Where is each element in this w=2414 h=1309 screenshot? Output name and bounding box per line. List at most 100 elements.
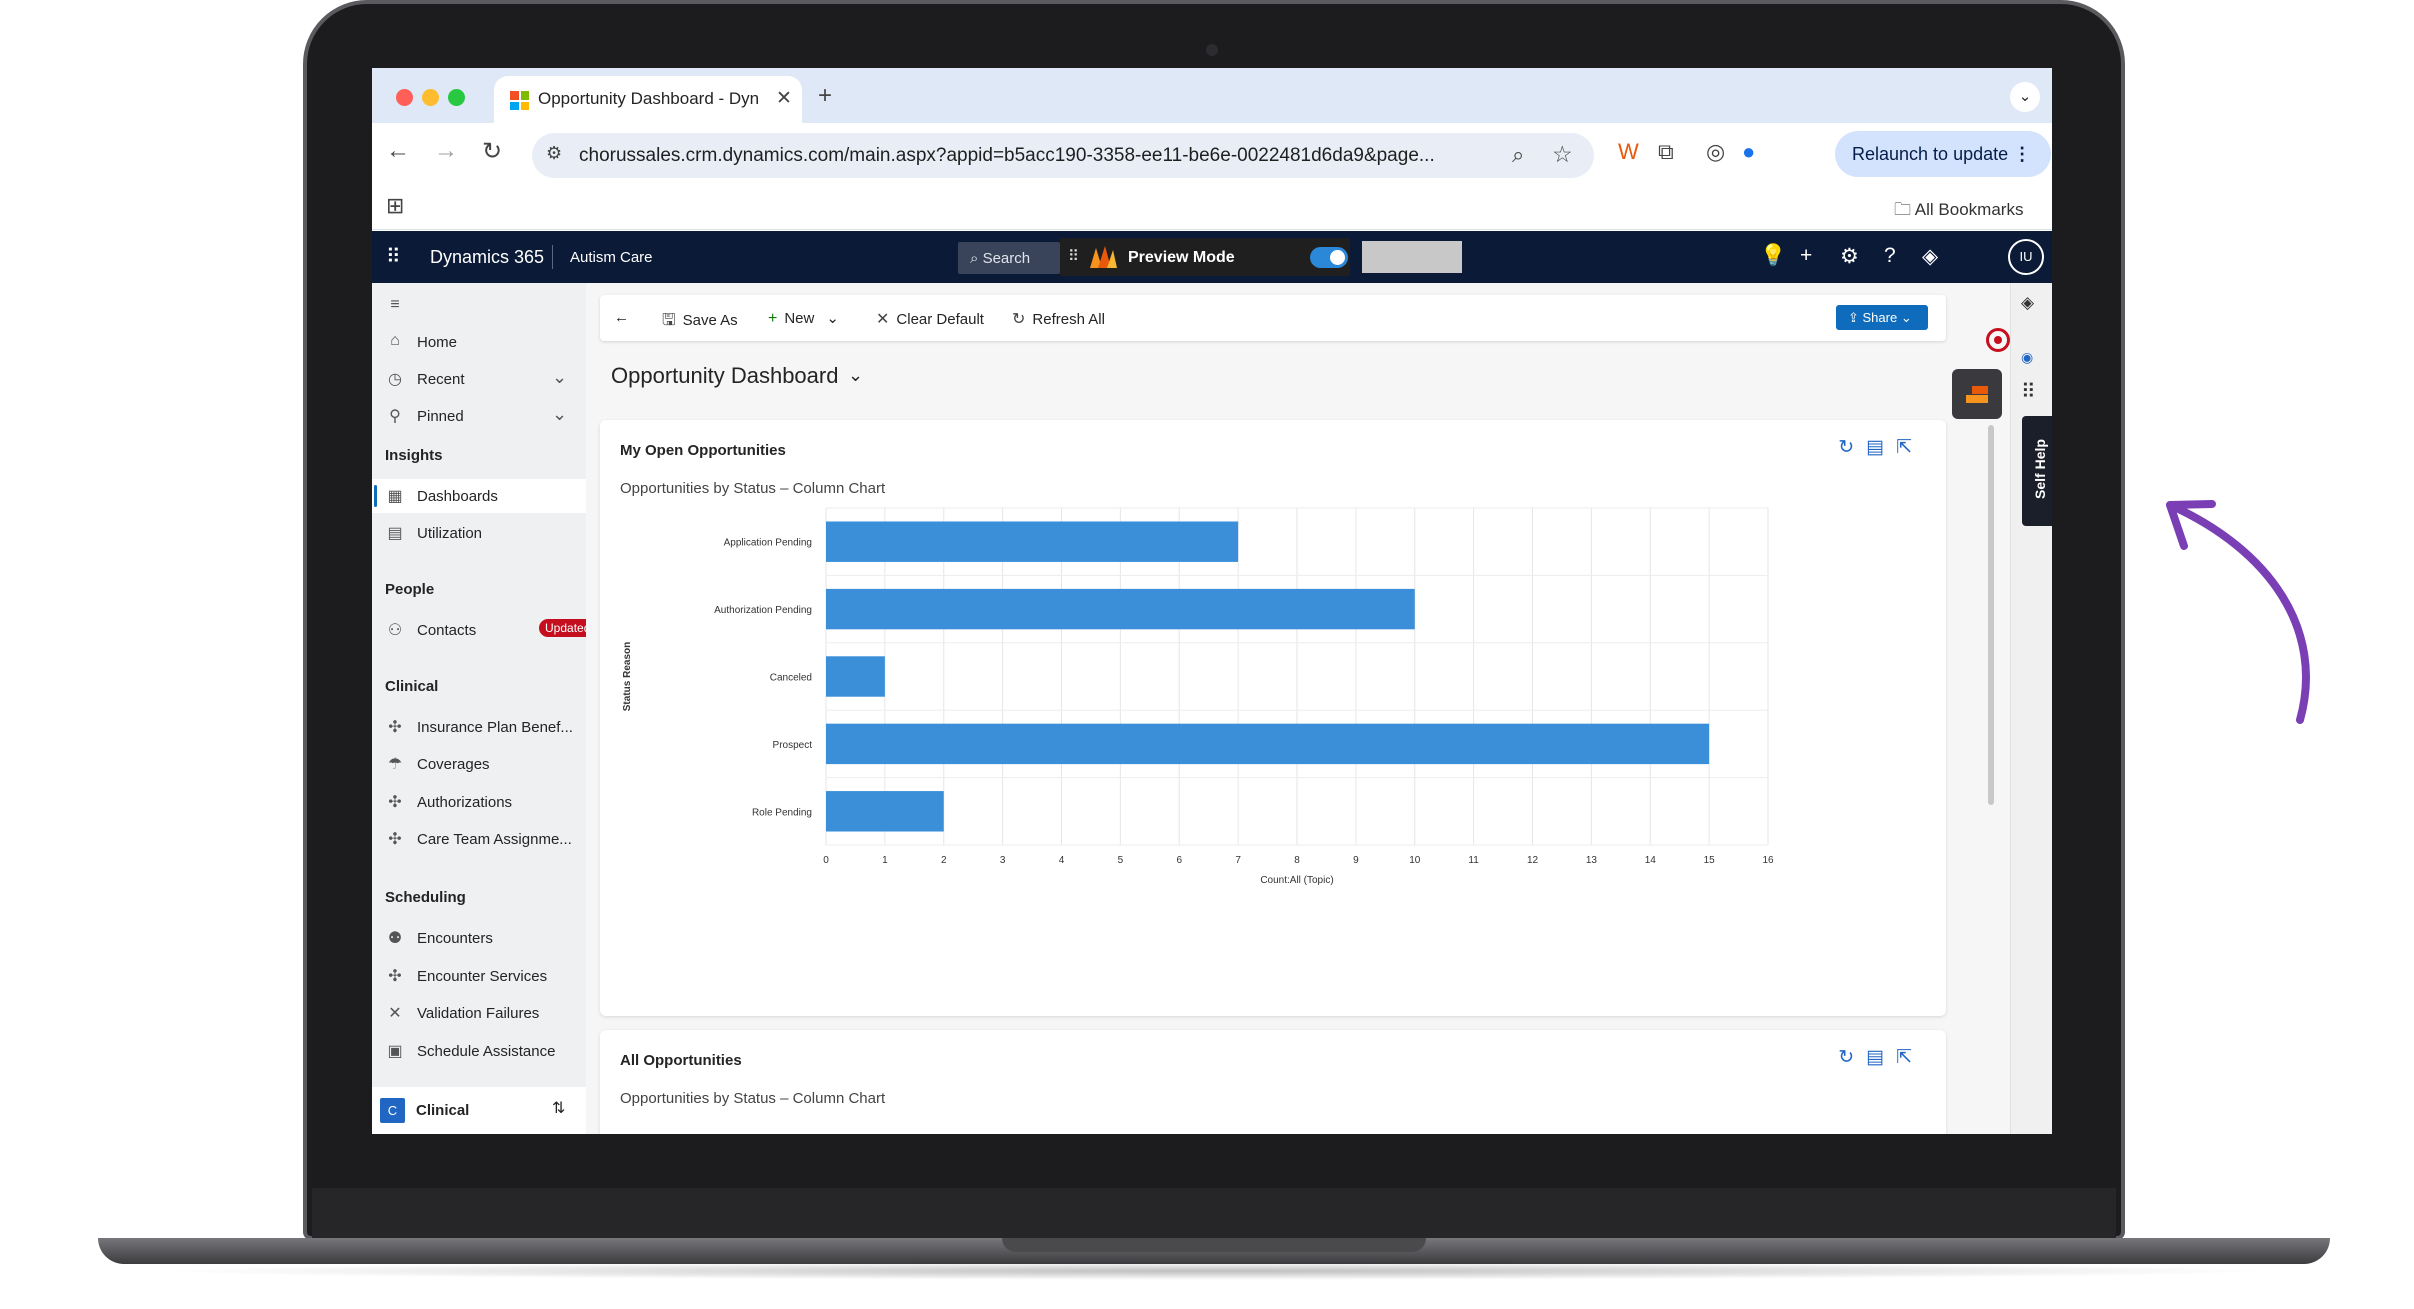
add-icon[interactable]: + (1800, 244, 1812, 268)
dashboard-title[interactable]: Opportunity Dashboard (611, 363, 838, 389)
minimize-window-button[interactable] (422, 89, 439, 106)
scrollbar[interactable] (1988, 425, 1994, 805)
product-name[interactable]: Dynamics 365 (430, 247, 544, 268)
area-tile: C (380, 1098, 405, 1123)
sitemap-item-coverages[interactable]: ☂ Coverages (372, 747, 586, 781)
user-avatar[interactable]: IU (2008, 239, 2044, 275)
drag-handle-icon[interactable]: ⠿ (1068, 247, 1079, 265)
group-clinical: Clinical (385, 678, 439, 695)
record-icon[interactable] (1986, 328, 2010, 352)
sitemap-item-contacts[interactable]: ⚇ Contacts Updated (372, 613, 597, 647)
extensions-puzzle-icon[interactable]: ⧉ (1658, 139, 1674, 165)
refresh-icon[interactable]: ↻ (1838, 437, 1866, 458)
url-text[interactable]: chorussales.crm.dynamics.com/main.aspx?a… (579, 145, 1499, 167)
sitemap-item-pinned[interactable]: ⚲ Pinned ⌄ (372, 399, 586, 433)
copilot-icon[interactable]: ◎ (1706, 139, 1725, 165)
x-tick-label: 14 (1645, 855, 1657, 866)
copilot-pane-icon[interactable]: ◈ (2021, 293, 2034, 313)
tab-search-button[interactable]: ⌄ (2010, 82, 2040, 112)
app-launcher-icon[interactable]: ⠿ (386, 244, 401, 269)
sitemap-item-recent[interactable]: ◷ Recent ⌄ (372, 362, 586, 396)
category-label: Prospect (773, 740, 813, 751)
profile-icon[interactable]: ● (1742, 139, 1755, 165)
view-records-icon[interactable]: ▤ (1866, 1047, 1896, 1068)
expand-icon[interactable]: ⇱ (1896, 437, 1924, 458)
sitemap-item-encounter-services[interactable]: ✣ Encounter Services (372, 959, 586, 993)
save-as-icon: 🖫 (662, 312, 676, 329)
category-label: Canceled (770, 673, 812, 684)
card-actions: ↻▤⇱ (1838, 1046, 1924, 1069)
view-records-icon[interactable]: ▤ (1866, 437, 1896, 458)
x-tick-label: 10 (1409, 855, 1421, 866)
app-name[interactable]: Autism Care (570, 249, 653, 266)
refresh-icon[interactable]: ↻ (1838, 1047, 1866, 1068)
global-search[interactable]: ⌕ Search (958, 242, 1060, 274)
pin-icon: ⚲ (389, 408, 401, 425)
refresh-all-label: Refresh All (1032, 311, 1105, 328)
sitemap-label: Home (417, 334, 458, 351)
tool-logo-icon (1966, 386, 1988, 403)
sitemap-item-care-team[interactable]: ✣ Care Team Assignme... (372, 822, 586, 856)
close-window-button[interactable] (396, 89, 413, 106)
settings-gear-icon[interactable]: ⚙ (1840, 244, 1859, 269)
preview-mode-label: Preview Mode (1128, 249, 1235, 266)
self-help-label: Self Help (2032, 439, 2048, 499)
bookmark-star-icon[interactable]: ☆ (1552, 141, 1573, 168)
self-help-tab[interactable]: Self Help (2022, 416, 2052, 526)
address-bar[interactable]: ⚙ chorussales.crm.dynamics.com/main.aspx… (532, 133, 1594, 178)
reload-icon[interactable]: ↻ (482, 137, 502, 166)
x-tick-label: 4 (1059, 855, 1065, 866)
sitemap-item-encounters[interactable]: ⚉ Encounters (372, 921, 586, 955)
new-label: New (784, 310, 815, 327)
sitemap-label: Recent (417, 371, 465, 388)
save-as-button[interactable]: 🖫 Save As (662, 309, 738, 336)
new-button[interactable]: + New ⌄ (768, 309, 839, 328)
sitemap-item-validation-failures[interactable]: ✕ Validation Failures (372, 996, 586, 1030)
expand-icon[interactable]: ⇱ (1896, 1047, 1924, 1068)
category-label: Application Pending (724, 538, 812, 549)
apps-grid-icon[interactable]: ⊞ (386, 193, 404, 219)
more-apps-icon[interactable]: ⠿ (2021, 379, 2036, 404)
extension-w-icon[interactable]: W (1618, 139, 1639, 165)
refresh-all-button[interactable]: ↻ Refresh All (1012, 309, 1105, 329)
x-tick-label: 2 (941, 855, 947, 866)
site-settings-icon[interactable]: ⚙ (546, 143, 562, 164)
forward-icon[interactable]: → (434, 137, 458, 165)
chevron-down-icon[interactable]: ⌄ (552, 404, 567, 425)
all-bookmarks-folder[interactable]: 🗀 All Bookmarks (1894, 197, 2023, 226)
browser-tab[interactable]: Opportunity Dashboard - Dyn ✕ (494, 76, 802, 123)
calendar-icon: ▣ (387, 1043, 403, 1060)
sitemap-item-utilization[interactable]: ▤ Utilization (372, 516, 586, 550)
zoom-icon[interactable]: ⌕ (1512, 142, 1524, 168)
laptop-shadow (150, 1262, 2280, 1280)
area-switcher[interactable]: C Clinical ⇅ (372, 1087, 586, 1134)
sitemap-item-schedule-assistance[interactable]: ▣ Schedule Assistance (372, 1034, 586, 1068)
relaunch-button[interactable]: Relaunch to update ⋮ (1835, 131, 2051, 177)
preview-mode-bar: ⠿ Preview Mode (1060, 238, 1350, 276)
sitemap-item-dashboards[interactable]: ▦ Dashboards (372, 479, 586, 513)
hamburger-icon: ≡ (390, 296, 400, 313)
hamburger-button[interactable]: ≡ (372, 289, 586, 323)
chevron-down-icon[interactable]: ⌄ (848, 365, 863, 386)
teams-icon[interactable]: ◉ (2021, 349, 2033, 366)
new-tab-button[interactable]: + (818, 82, 832, 110)
x-tick-label: 1 (882, 855, 888, 866)
close-tab-icon[interactable]: ✕ (776, 87, 792, 110)
back-button[interactable]: ← (614, 309, 629, 326)
sitemap-item-home[interactable]: ⌂ Home (372, 325, 586, 359)
copilot-header-icon[interactable]: ◈ (1922, 244, 1938, 269)
sitemap-item-insurance[interactable]: ✣ Insurance Plan Benef... (372, 710, 586, 744)
clear-default-button[interactable]: ✕ Clear Default (876, 309, 984, 329)
lightbulb-icon[interactable]: 💡 (1760, 244, 1786, 268)
clock-icon: ◷ (388, 371, 402, 388)
back-icon[interactable]: ← (386, 137, 410, 165)
maximize-window-button[interactable] (448, 89, 465, 106)
help-icon[interactable]: ? (1884, 244, 1896, 268)
tab-title: Opportunity Dashboard - Dyn (538, 89, 760, 108)
chevron-down-icon[interactable]: ⌄ (826, 310, 839, 327)
floating-tool-button[interactable] (1952, 369, 2002, 419)
chevron-down-icon[interactable]: ⌄ (552, 367, 567, 388)
sitemap-item-authorizations[interactable]: ✣ Authorizations (372, 785, 586, 819)
preview-mode-toggle[interactable] (1310, 247, 1348, 268)
share-button[interactable]: ⇪ Share ⌄ (1836, 305, 1928, 330)
